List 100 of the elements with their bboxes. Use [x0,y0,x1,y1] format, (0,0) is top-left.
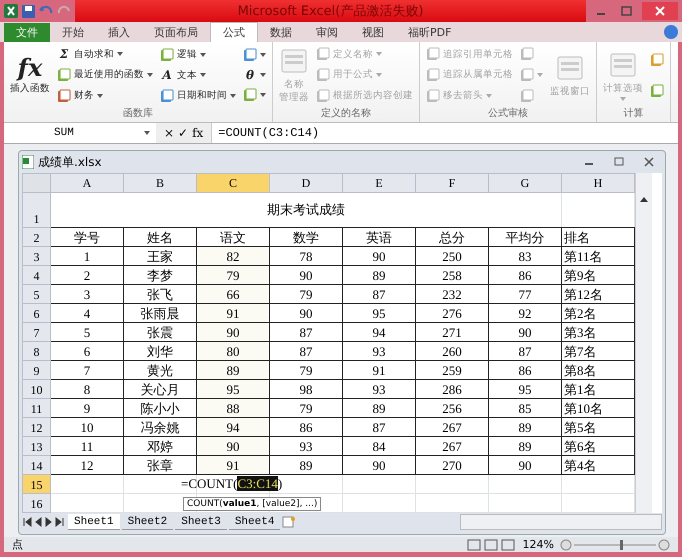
ribbon-button[interactable]: 逻辑 [158,48,238,62]
cell-formula[interactable]: =COUNT(C3:C14) [181,476,282,492]
row-header[interactable]: 14 [22,456,50,474]
formula-button[interactable]: × [164,126,174,140]
caret-icon [537,72,543,77]
zoom-level[interactable]: 124% [522,538,554,551]
table-cell: 90 [270,304,342,322]
ribbon-tab[interactable]: 公式 [210,22,258,42]
table-cell: 第5名 [562,418,634,436]
scroll-up-icon[interactable] [639,195,649,203]
column-header[interactable]: H [562,174,634,192]
row-header[interactable]: 7 [22,322,50,342]
caret-icon [260,52,266,57]
sheet-tab[interactable]: Sheet2 [122,514,174,530]
column-header[interactable]: D [270,174,342,192]
table-cell: 90 [270,266,342,284]
row-header[interactable]: 16 [22,494,50,512]
row-header[interactable]: 15 [22,474,50,494]
ribbon-tab[interactable]: 数据 [258,23,304,42]
table-cell: 93 [342,342,416,360]
caret-icon [376,52,382,56]
save-icon[interactable] [22,4,35,18]
sheet-tab[interactable]: Sheet1 [68,514,120,530]
ribbon-button[interactable]: Σ 自动求和 [55,48,155,60]
ribbon-tab[interactable]: 视图 [350,23,396,42]
row-header[interactable]: 6 [22,304,50,322]
row-header[interactable]: 2 [22,228,50,246]
row-header[interactable]: 11 [22,398,50,418]
table-cell: 79 [270,284,342,304]
ribbon-button[interactable]: A 文本 [158,68,238,82]
ribbon-tab[interactable]: 审阅 [304,23,350,42]
ribbon-button[interactable]: 财务 [55,88,155,102]
ribbon-tab[interactable]: 插入 [96,23,142,42]
ribbon-icon-button[interactable]: θ [241,68,268,81]
row-header[interactable]: 13 [22,436,50,456]
row-header[interactable]: 8 [22,342,50,360]
row-header[interactable]: 4 [22,266,50,284]
ribbon-button[interactable]: 日期和时间 [158,88,238,102]
table-cell: 232 [416,284,488,304]
table-cell: 91 [196,304,270,322]
sheet-tab[interactable]: Sheet3 [175,514,227,530]
view-icon[interactable] [466,538,517,550]
table-cell: 89 [488,436,562,456]
table-cell: 数学 [270,228,342,246]
file-tab[interactable]: 文件 [4,23,50,42]
table-cell: 第10名 [562,398,634,418]
row-header[interactable]: 9 [22,360,50,380]
row-header[interactable]: 5 [22,284,50,304]
excel-logo-icon[interactable] [4,4,18,18]
table-cell: 267 [416,418,488,436]
ribbon-tab[interactable]: 页面布局 [142,23,210,42]
table-cell: 第9名 [562,266,634,284]
table-cell: 姓名 [124,228,196,246]
row-header[interactable]: 1 [22,192,50,228]
sheet-navigation-icon[interactable] [22,517,66,527]
table-cell: 平均分 [488,228,562,246]
row-header[interactable]: 10 [22,380,50,398]
ribbon-button[interactable]: fx 插入函数 [8,54,52,96]
formula-input[interactable]: =COUNT(C3:C14) [212,126,678,140]
ribbon-tab[interactable]: 开始 [50,23,96,42]
group-label: 函数库 [122,106,154,121]
table-cell: 86 [270,418,342,436]
table-title: 期末考试成绩 [50,192,562,228]
formula-button[interactable]: ✓ [178,126,188,140]
table-cell: 89 [270,456,342,474]
caret-icon [486,94,492,98]
ribbon-tab[interactable]: 福昕PDF [396,23,464,42]
table-cell: 邓婷 [124,436,196,456]
table-cell: 第6名 [562,436,634,456]
table-cell: 91 [342,360,416,380]
column-header[interactable]: F [416,174,488,192]
row-header[interactable]: 3 [22,246,50,266]
vertical-scrollbar[interactable] [635,173,652,513]
table-cell: 98 [270,380,342,398]
table-cell: 张震 [124,322,196,342]
caret-icon [230,94,236,98]
table-cell: 79 [270,360,342,380]
column-header[interactable]: B [124,174,196,192]
name-box[interactable]: SUM [4,127,156,139]
column-header[interactable]: G [488,174,562,192]
table-cell: 总分 [416,228,488,246]
column-header[interactable]: C [196,174,270,192]
table-cell: 刘华 [124,342,196,360]
table-cell: 90 [196,436,270,456]
horizontal-scrollbar[interactable] [460,514,662,530]
row-header[interactable]: 12 [22,418,50,436]
table-cell: 89 [342,398,416,418]
table-cell: 90 [342,246,416,266]
column-header[interactable]: A [50,174,124,192]
ribbon-icon-button[interactable] [241,48,268,62]
formula-button[interactable]: fx [192,126,204,140]
table-cell: 第12名 [562,284,634,304]
caret-icon [117,52,123,56]
ribbon-button[interactable]: 最近使用的函数 [55,68,155,82]
close-icon[interactable] [642,2,678,20]
sheet-tab[interactable]: Sheet4 [228,514,280,530]
column-header[interactable]: E [342,174,416,192]
zoom-slider-icon[interactable] [560,538,670,550]
new-sheet-icon[interactable] [282,516,296,528]
ribbon-icon-button[interactable] [241,88,268,102]
